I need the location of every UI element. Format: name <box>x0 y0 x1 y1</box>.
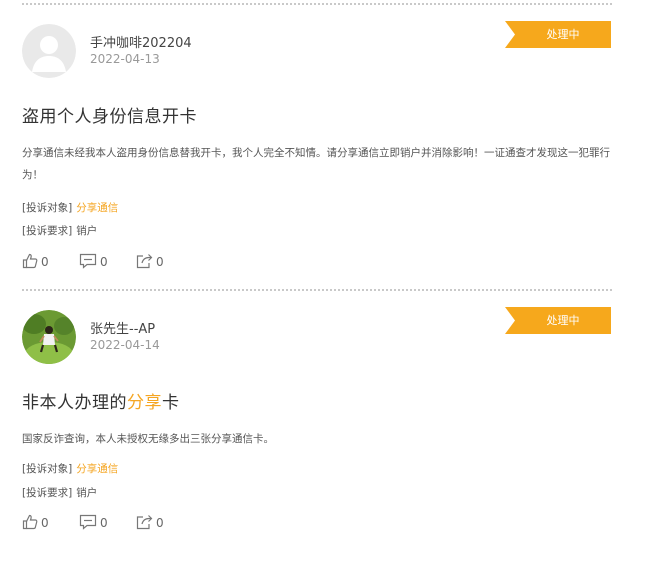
like-count: 0 <box>41 255 49 269</box>
complaint-request-row: [投诉要求] 销户 <box>22 485 97 500</box>
post-body: 分享通信未经我本人盗用身份信息替我开卡，我个人完全不知情。请分享通信立即销户并消… <box>22 147 610 181</box>
complaint-request-row: [投诉要求] 销户 <box>22 223 97 238</box>
post-actions: 0 0 0 <box>22 253 193 271</box>
title-text: 盗用个人身份信息开卡 <box>22 107 197 127</box>
target-label: [投诉对象] <box>22 463 73 475</box>
complaint-target-row: [投诉对象] 分享通信 <box>22 200 118 215</box>
comment-icon <box>79 253 100 272</box>
thumb-up-icon <box>22 253 41 272</box>
share-icon <box>136 253 156 272</box>
default-avatar-icon[interactable] <box>22 24 76 78</box>
target-link[interactable]: 分享通信 <box>76 202 118 214</box>
post-actions: 0 0 0 <box>22 514 193 532</box>
complaint-list: 手冲咖啡202204 2022-04-13 处理中 盗用个人身份信息开卡 分享通… <box>0 0 650 549</box>
target-link[interactable]: 分享通信 <box>76 463 118 475</box>
divider <box>22 289 612 291</box>
share-count: 0 <box>156 516 164 530</box>
complaint-post: 手冲咖啡202204 2022-04-13 处理中 盗用个人身份信息开卡 分享通… <box>0 21 650 286</box>
title-highlight: 分享 <box>127 393 162 413</box>
target-label: [投诉对象] <box>22 202 73 214</box>
complaint-post: 张先生--AP 2022-04-14 处理中 非本人办理的分享卡 国家反诈查询，… <box>0 307 650 572</box>
request-label: [投诉要求] <box>22 487 73 499</box>
title-text: 非本人办理的 <box>22 393 127 413</box>
post-body: 国家反诈查询，本人未授权无缘多出三张分享通信卡。 <box>22 433 274 445</box>
like-button[interactable]: 0 <box>22 253 79 272</box>
comment-count: 0 <box>100 516 108 530</box>
comment-button[interactable]: 0 <box>79 253 136 272</box>
complaint-target-row: [投诉对象] 分享通信 <box>22 461 118 476</box>
share-count: 0 <box>156 255 164 269</box>
title-text-end: 卡 <box>162 393 180 413</box>
status-badge: 处理中 <box>505 307 611 334</box>
share-button[interactable]: 0 <box>136 514 193 533</box>
username[interactable]: 张先生--AP <box>90 318 155 337</box>
request-label: [投诉要求] <box>22 225 73 237</box>
status-label: 处理中 <box>546 28 580 41</box>
post-title[interactable]: 非本人办理的分享卡 <box>22 388 180 413</box>
post-date: 2022-04-14 <box>90 338 160 352</box>
username[interactable]: 手冲咖啡202204 <box>90 32 192 51</box>
request-value: 销户 <box>76 487 98 499</box>
comment-count: 0 <box>100 255 108 269</box>
share-button[interactable]: 0 <box>136 253 193 272</box>
share-icon <box>136 514 156 533</box>
thumb-up-icon <box>22 514 41 533</box>
post-date: 2022-04-13 <box>90 52 160 66</box>
divider <box>22 3 612 5</box>
request-value: 销户 <box>76 225 98 237</box>
like-count: 0 <box>41 516 49 530</box>
post-title[interactable]: 盗用个人身份信息开卡 <box>22 102 197 127</box>
status-label: 处理中 <box>546 314 580 327</box>
comment-button[interactable]: 0 <box>79 514 136 533</box>
like-button[interactable]: 0 <box>22 514 79 533</box>
status-badge: 处理中 <box>505 21 611 48</box>
comment-icon <box>79 514 100 533</box>
user-avatar[interactable] <box>22 310 76 364</box>
